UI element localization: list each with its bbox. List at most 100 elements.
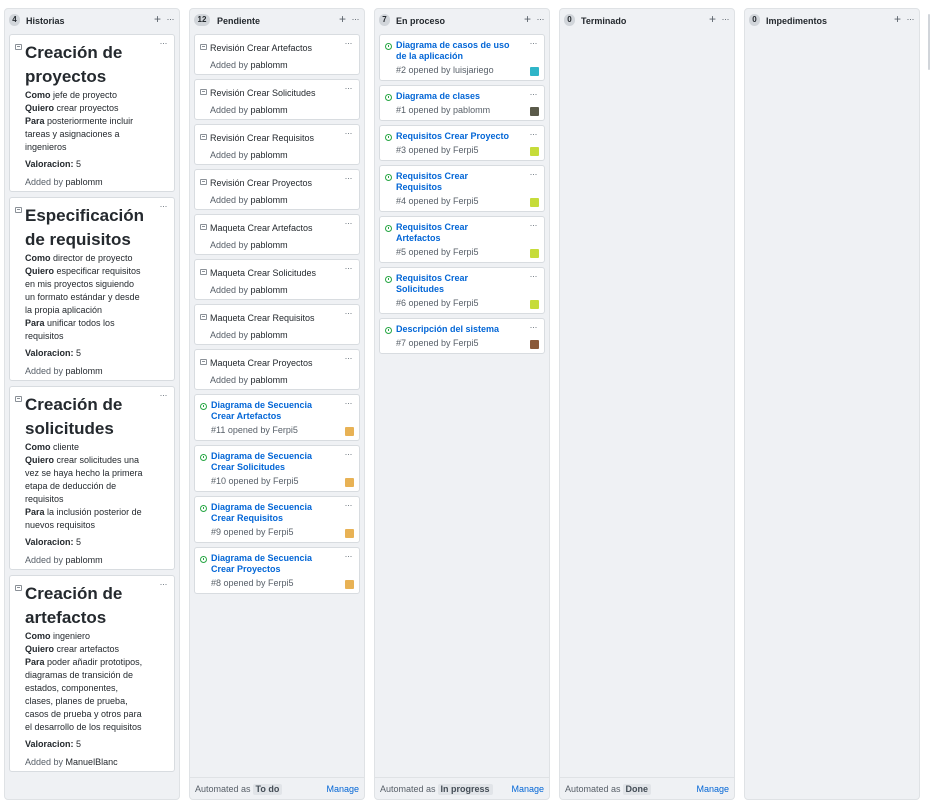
issue-title-link[interactable]: Descripción del sistema	[396, 324, 531, 335]
issue-card[interactable]: ··· Diagrama de Secuencia Crear Solicitud…	[194, 445, 360, 492]
added-by: Added by pablomm	[25, 366, 103, 376]
issue-meta: #9 opened by Ferpi5	[211, 527, 294, 537]
avatar[interactable]	[530, 107, 539, 116]
card-menu-icon[interactable]: ···	[345, 263, 353, 273]
avatar[interactable]	[345, 427, 354, 436]
card-menu-icon[interactable]: ···	[345, 83, 353, 93]
author-link[interactable]: pablomm	[66, 177, 103, 187]
story-valoracion: Valoracion: 5	[25, 348, 82, 358]
column-menu-icon[interactable]: ···	[537, 13, 545, 25]
story-card[interactable]: ··· Especificación de requisitos Como di…	[9, 197, 175, 381]
avatar[interactable]	[345, 580, 354, 589]
column-menu-icon[interactable]: ···	[907, 13, 915, 25]
issue-card[interactable]: ··· Diagrama de clases #1 opened by pabl…	[379, 85, 545, 121]
author-link[interactable]: pablomm	[251, 240, 288, 250]
manage-link[interactable]: Manage	[696, 784, 729, 795]
manage-link[interactable]: Manage	[511, 784, 544, 795]
add-card-icon[interactable]: +	[524, 12, 531, 26]
author-link[interactable]: pablomm	[251, 105, 288, 115]
add-card-icon[interactable]: +	[709, 12, 716, 26]
add-card-icon[interactable]: +	[339, 12, 346, 26]
issue-title-link[interactable]: Diagrama de Secuencia Crear Requisitos	[211, 502, 346, 524]
note-card[interactable]: ··· Maqueta Crear Artefactos Added by pa…	[194, 214, 360, 255]
issue-title-link[interactable]: Requisitos Crear Artefactos	[396, 222, 531, 244]
issue-title-link[interactable]: Diagrama de Secuencia Crear Artefactos	[211, 400, 346, 422]
column-historias: 4 Historias + ··· ··· Creación de proyec…	[4, 8, 180, 800]
card-menu-icon[interactable]: ···	[345, 38, 353, 48]
issue-meta: #10 opened by Ferpi5	[211, 476, 299, 486]
issue-card[interactable]: ··· Requisitos Crear Artefactos #5 opened…	[379, 216, 545, 263]
author-link[interactable]: pablomm	[66, 366, 103, 376]
issue-card[interactable]: ··· Diagrama de Secuencia Crear Requisito…	[194, 496, 360, 543]
note-card[interactable]: ··· Maqueta Crear Requisitos Added by pa…	[194, 304, 360, 345]
note-card[interactable]: ··· Revisión Crear Proyectos Added by pa…	[194, 169, 360, 210]
issue-open-icon	[200, 505, 207, 512]
issue-meta: #4 opened by Ferpi5	[396, 196, 479, 206]
issue-title-link[interactable]: Diagrama de Secuencia Crear Proyectos	[211, 553, 346, 575]
avatar[interactable]	[530, 67, 539, 76]
author-link[interactable]: pablomm	[251, 150, 288, 160]
issue-card[interactable]: ··· Diagrama de Secuencia Crear Artefacto…	[194, 394, 360, 441]
card-menu-icon[interactable]: ···	[345, 128, 353, 138]
avatar[interactable]	[530, 147, 539, 156]
card-menu-icon[interactable]: ···	[345, 308, 353, 318]
author-link[interactable]: pablomm	[251, 60, 288, 70]
added-by: Added by pablomm	[210, 60, 288, 70]
scrollbar[interactable]	[928, 14, 930, 70]
story-title: Creación de solicitudes	[25, 395, 123, 438]
note-card[interactable]: ··· Revisión Crear Artefactos Added by p…	[194, 34, 360, 75]
story-line: el desarrollo de los requisitos	[25, 722, 142, 732]
avatar[interactable]	[530, 198, 539, 207]
issue-card[interactable]: ··· Requisitos Crear Requisitos #4 opened…	[379, 165, 545, 212]
issue-open-icon	[385, 276, 392, 283]
story-line: Como cliente	[25, 442, 80, 452]
column-menu-icon[interactable]: ···	[352, 13, 360, 25]
story-card[interactable]: ··· Creación de artefactos Como ingenier…	[9, 575, 175, 772]
add-card-icon[interactable]: +	[894, 12, 901, 26]
note-card[interactable]: ··· Maqueta Crear Solicitudes Added by p…	[194, 259, 360, 300]
author-link[interactable]: pablomm	[66, 555, 103, 565]
avatar[interactable]	[345, 478, 354, 487]
column-menu-icon[interactable]: ···	[167, 13, 175, 25]
issue-title-link[interactable]: Diagrama de casos de uso de la aplicación	[396, 40, 531, 62]
column-menu-icon[interactable]: ···	[722, 13, 730, 25]
author-link[interactable]: pablomm	[251, 285, 288, 295]
author-link[interactable]: pablomm	[251, 375, 288, 385]
issue-card[interactable]: ··· Descripción del sistema #7 opened by…	[379, 318, 545, 354]
story-line: tareas y asignaciones a	[25, 129, 120, 139]
avatar[interactable]	[530, 300, 539, 309]
manage-link[interactable]: Manage	[326, 784, 359, 795]
issue-title-link[interactable]: Requisitos Crear Requisitos	[396, 171, 531, 193]
story-card[interactable]: ··· Creación de proyectos Como jefe de p…	[9, 34, 175, 192]
issue-title-link[interactable]: Requisitos Crear Solicitudes	[396, 273, 531, 295]
note-card[interactable]: ··· Revisión Crear Solicitudes Added by …	[194, 79, 360, 120]
story-line: Como jefe de proyecto	[25, 90, 118, 100]
column-header: 0 Impedimentos + ···	[745, 9, 919, 33]
issue-title-link[interactable]: Diagrama de Secuencia Crear Solicitudes	[211, 451, 346, 473]
issue-open-icon	[200, 556, 207, 563]
avatar[interactable]	[530, 249, 539, 258]
issue-card[interactable]: ··· Diagrama de Secuencia Crear Proyectos…	[194, 547, 360, 594]
card-menu-icon[interactable]: ···	[345, 353, 353, 363]
note-card[interactable]: ··· Revisión Crear Requisitos Added by p…	[194, 124, 360, 165]
card-menu-icon[interactable]: ···	[345, 218, 353, 228]
author-link[interactable]: pablomm	[251, 330, 288, 340]
note-text: Revisión Crear Solicitudes	[210, 88, 316, 98]
author-link[interactable]: pablomm	[251, 195, 288, 205]
avatar[interactable]	[530, 340, 539, 349]
story-card[interactable]: ··· Creación de solicitudes Como cliente…	[9, 386, 175, 570]
note-text: Maqueta Crear Requisitos	[210, 313, 315, 323]
avatar[interactable]	[345, 529, 354, 538]
story-title: Especificación de requisitos	[25, 206, 145, 249]
author-link[interactable]: ManuelBlanc	[66, 757, 118, 767]
add-card-icon[interactable]: +	[154, 12, 161, 26]
issue-card[interactable]: ··· Requisitos Crear Proyecto #3 opened …	[379, 125, 545, 161]
issue-card[interactable]: ··· Diagrama de casos de uso de la aplica…	[379, 34, 545, 81]
note-text: Revisión Crear Proyectos	[210, 178, 313, 188]
note-card[interactable]: ··· Maqueta Crear Proyectos Added by pab…	[194, 349, 360, 390]
issue-title-link[interactable]: Requisitos Crear Proyecto	[396, 131, 531, 142]
issue-title-link[interactable]: Diagrama de clases	[396, 91, 531, 102]
issue-card[interactable]: ··· Requisitos Crear Solicitudes #6 opene…	[379, 267, 545, 314]
card-menu-icon[interactable]: ···	[345, 173, 353, 183]
column-header: 7 En proceso + ···	[375, 9, 549, 33]
